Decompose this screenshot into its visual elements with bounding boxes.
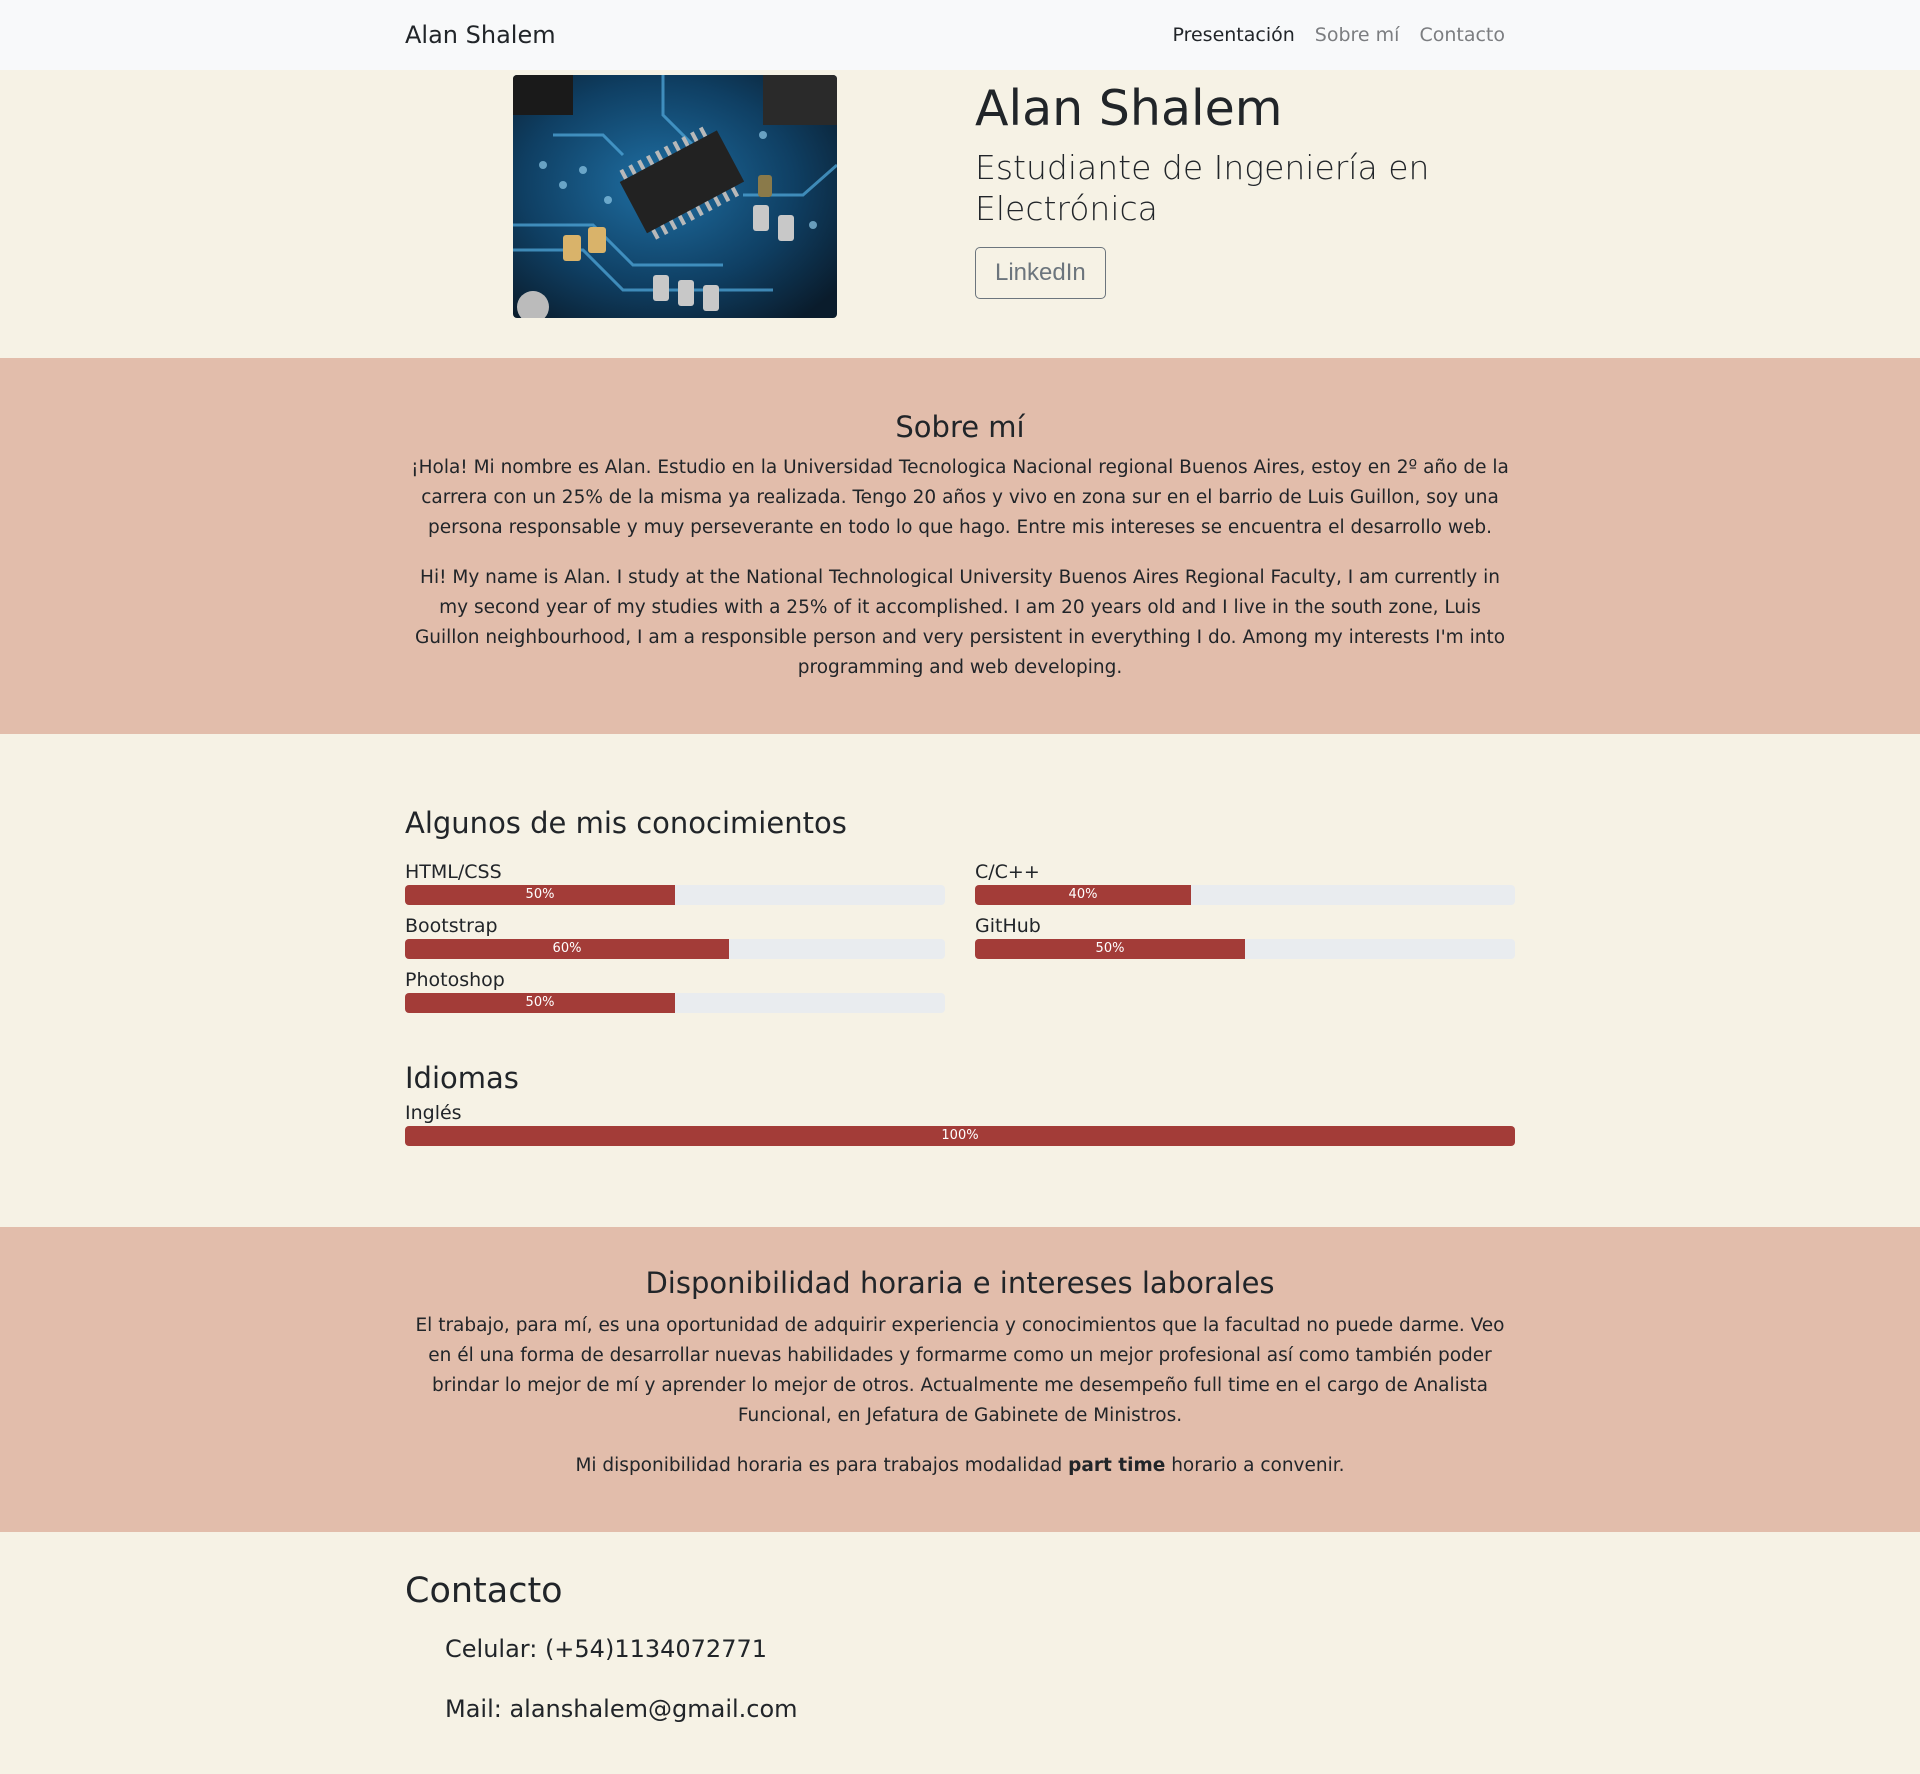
skill-item: GitHub 50% <box>975 915 1515 959</box>
nav-link-presentacion[interactable]: Presentación <box>1172 24 1294 46</box>
hero-name: Alan Shalem <box>975 80 1283 137</box>
navbar: Alan Shalem Presentación Sobre mí Contac… <box>0 0 1920 70</box>
skill-item: HTML/CSS 50% <box>405 861 945 905</box>
contact-title: Contacto <box>405 1571 563 1611</box>
about-paragraph-en: Hi! My name is Alan. I study at the Nati… <box>414 566 1506 678</box>
availability-text-end: horario a convenir. <box>1165 1454 1345 1476</box>
linkedin-button[interactable]: LinkedIn <box>975 247 1106 300</box>
about-paragraph-es: ¡Hola! Mi nombre es Alan. Estudio en la … <box>411 456 1509 538</box>
languages-title: Idiomas <box>405 1060 519 1095</box>
work-paragraph: El trabajo, para mí, es una oportunidad … <box>415 1314 1505 1426</box>
progress-bar: 50% <box>975 938 1515 959</box>
contact-mail[interactable]: Mail: alanshalem@gmail.com <box>445 1694 1515 1724</box>
language-label: Inglés <box>405 1101 462 1124</box>
progress-bar-fill: 60% <box>405 938 729 959</box>
skill-item: Photoshop 50% <box>405 969 945 1013</box>
progress-bar-fill: 50% <box>405 992 675 1013</box>
about-section: Sobre mí ¡Hola! Mi nombre es Alan. Estud… <box>0 358 1920 734</box>
hero-subtitle: Estudiante de Ingeniería en Electrónica <box>975 147 1430 229</box>
hero-text: Alan Shalem Estudiante de Ingeniería en … <box>975 80 1455 300</box>
skill-label: C/C++ <box>975 860 1040 883</box>
progress-bar: 50% <box>405 884 945 905</box>
languages-block: Idiomas Inglés 100% <box>405 1061 1515 1146</box>
progress-bar: 50% <box>405 992 945 1013</box>
skills-title: Algunos de mis conocimientos <box>405 806 847 840</box>
skill-grid: HTML/CSS 50% C/C++ 40% Bootstrap 60% Git… <box>405 861 1515 1013</box>
nav-link-contacto[interactable]: Contacto <box>1419 24 1505 46</box>
navbar-brand[interactable]: Alan Shalem <box>405 21 556 49</box>
progress-bar: 60% <box>405 938 945 959</box>
skill-item: C/C++ 40% <box>975 861 1515 905</box>
skill-item: Bootstrap 60% <box>405 915 945 959</box>
contact-phone: Celular: (+54)1134072771 <box>445 1635 768 1663</box>
progress-bar: 100% <box>405 1125 1515 1146</box>
availability-strong: part time <box>1068 1454 1166 1476</box>
about-title: Sobre mí <box>895 410 1025 444</box>
skill-label: Bootstrap <box>405 914 498 937</box>
nav-link-sobre-mi[interactable]: Sobre mí <box>1315 24 1400 46</box>
progress-bar-fill: 100% <box>405 1125 1515 1146</box>
progress-bar: 40% <box>975 884 1515 905</box>
nav-links: Presentación Sobre mí Contacto <box>1172 24 1515 46</box>
skill-label: Photoshop <box>405 968 505 991</box>
availability-text: Mi disponibilidad horaria es para trabaj… <box>575 1454 1069 1476</box>
availability-paragraph: Mi disponibilidad horaria es para trabaj… <box>405 1451 1515 1481</box>
hero-section: Alan Shalem Estudiante de Ingeniería en … <box>0 70 1920 358</box>
skill-label: GitHub <box>975 914 1041 937</box>
circuit-board-image <box>513 75 837 318</box>
skills-section: Algunos de mis conocimientos HTML/CSS 50… <box>0 734 1920 1227</box>
skill-label: HTML/CSS <box>405 860 502 883</box>
progress-bar-fill: 40% <box>975 884 1191 905</box>
progress-bar-fill: 50% <box>975 938 1245 959</box>
work-section: Disponibilidad horaria e intereses labor… <box>0 1227 1920 1532</box>
work-title: Disponibilidad horaria e intereses labor… <box>645 1266 1275 1300</box>
contact-list: Celular: (+54)1134072771 Mail: alanshale… <box>445 1634 1515 1724</box>
contact-section: Contacto Celular: (+54)1134072771 Mail: … <box>0 1532 1920 1724</box>
progress-bar-fill: 50% <box>405 884 675 905</box>
